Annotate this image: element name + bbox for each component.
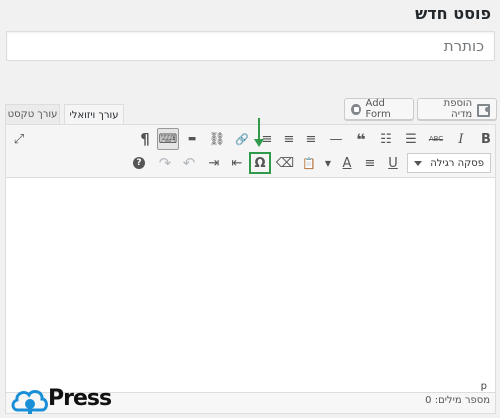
help-icon[interactable]: ?	[128, 152, 150, 174]
editor-page: פוסט חדש כותרת הוספת מדיה Add Form עורך …	[0, 0, 500, 418]
element-path[interactable]: p	[481, 381, 487, 392]
tab-text[interactable]: עורך טקסט	[5, 104, 60, 124]
indent-icon[interactable]: ⇥	[203, 152, 225, 174]
annotation-arrow-head	[254, 139, 264, 147]
align-center-icon[interactable]: ≡	[278, 128, 300, 150]
post-title-input[interactable]: כותרת	[6, 31, 495, 61]
bold-icon[interactable]: B	[475, 128, 497, 150]
wpress-logo: Press	[10, 384, 112, 416]
tab-visual[interactable]: עורך ויזואלי	[64, 104, 124, 125]
format-select-value: פסקה רגילה	[430, 157, 484, 169]
add-form-label: Add Form	[365, 98, 391, 120]
align-left-icon[interactable]: ≡	[300, 128, 322, 150]
editor-content-area[interactable]	[6, 179, 495, 379]
paragraph-format-select[interactable]: פסקה רגילה	[407, 153, 491, 173]
paste-as-text-icon[interactable]: 📋	[298, 152, 320, 174]
help-glyph: ?	[133, 157, 145, 169]
text-color-icon[interactable]: A	[336, 152, 358, 174]
editor-box: B I ABC ☰ ☷ ❝ — ≡ ≡ ≡ 🔗 ⛓ ▬ ⌨ ¶ ⤢ פסקה ר…	[5, 124, 496, 414]
logo-text: Press	[48, 386, 112, 411]
rtl-paragraph-icon[interactable]: ¶	[134, 128, 156, 150]
clear-formatting-icon[interactable]: ⌫	[274, 152, 296, 174]
insert-link-icon[interactable]: 🔗	[231, 128, 253, 150]
blockquote-icon[interactable]: ❝	[350, 128, 372, 150]
strikethrough-icon[interactable]: ABC	[425, 128, 447, 150]
form-icon	[351, 103, 361, 115]
editor-toolbar: B I ABC ☰ ☷ ❝ — ≡ ≡ ≡ 🔗 ⛓ ▬ ⌨ ¶ ⤢ פסקה ר…	[6, 125, 495, 178]
redo-icon[interactable]: ↷	[154, 152, 176, 174]
toolbar-toggle-icon[interactable]: ⌨	[157, 128, 179, 150]
add-media-label: הוספת מדיה	[443, 98, 473, 120]
title-placeholder: כותרת	[443, 37, 484, 55]
outdent-icon[interactable]: ⇤	[226, 152, 248, 174]
media-icon	[477, 103, 490, 117]
special-character-icon[interactable]: Ω	[249, 152, 271, 174]
chevron-down-icon	[414, 160, 422, 166]
numbered-list-icon[interactable]: ☷	[375, 128, 397, 150]
page-title: פוסט חדש	[415, 4, 491, 23]
read-more-icon[interactable]: ▬	[181, 128, 203, 150]
undo-icon[interactable]: ↶	[178, 152, 200, 174]
remove-link-icon[interactable]: ⛓	[206, 128, 228, 150]
logo-cloud-icon	[11, 390, 48, 414]
word-count: מספר מילים: 0	[425, 395, 490, 406]
add-media-button[interactable]: הוספת מדיה	[417, 98, 497, 120]
underline-icon[interactable]: U	[382, 152, 404, 174]
horizontal-line-icon[interactable]: —	[325, 128, 347, 150]
italic-icon[interactable]: I	[450, 128, 472, 150]
add-form-button[interactable]: Add Form	[344, 98, 414, 120]
justify-icon[interactable]: ≡	[359, 152, 381, 174]
text-color-dropdown-icon[interactable]: ▼	[322, 152, 334, 174]
bulleted-list-icon[interactable]: ☰	[400, 128, 422, 150]
fullscreen-icon[interactable]: ⤢	[8, 128, 30, 150]
